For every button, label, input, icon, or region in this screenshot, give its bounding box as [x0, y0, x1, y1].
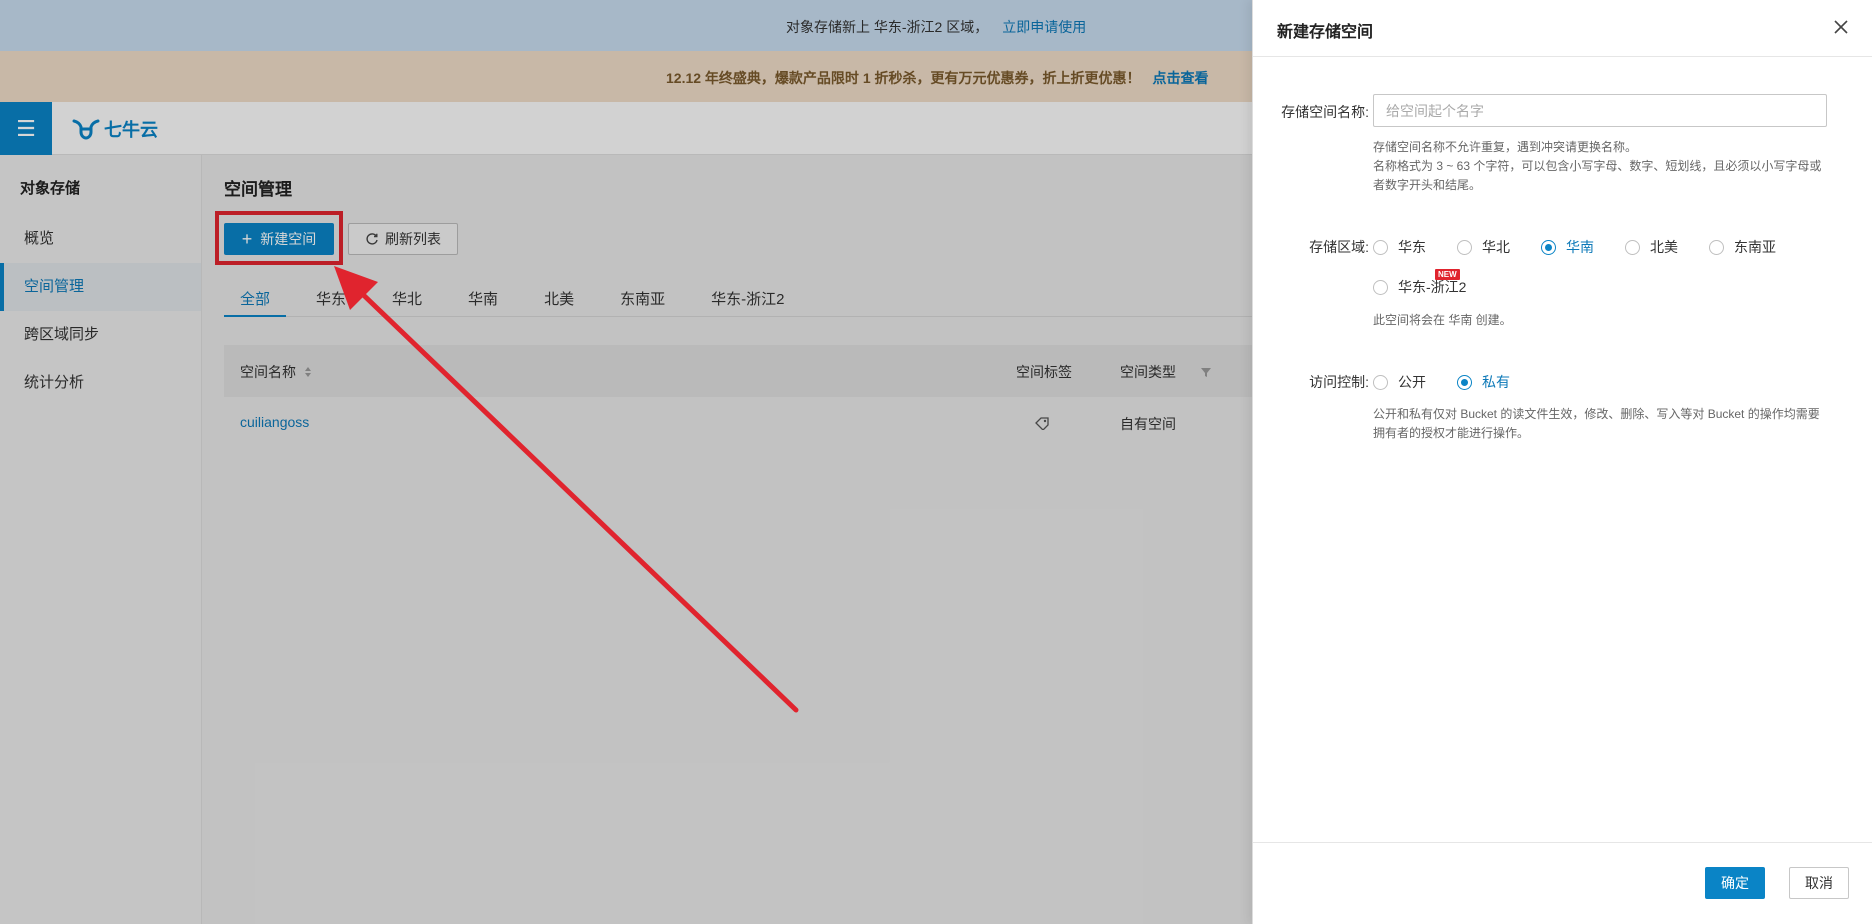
bucket-name-label: 存储空间名称:	[1281, 104, 1369, 120]
tab-north-america[interactable]: 北美	[528, 283, 590, 317]
radio-circle-checked	[1457, 374, 1472, 390]
annotation-highlight-box	[215, 211, 343, 265]
radio-circle	[1709, 239, 1724, 255]
tab-south-china[interactable]: 华南	[452, 283, 514, 317]
tab-east-china[interactable]: 华东	[300, 283, 362, 317]
access-option-label: 公开	[1398, 374, 1426, 390]
table-row: cuiliangoss 自有空间	[224, 397, 1252, 449]
access-radio-public[interactable]: 公开	[1373, 372, 1426, 392]
access-radio-private[interactable]: 私有	[1457, 372, 1510, 392]
filter-icon[interactable]	[1200, 366, 1212, 378]
drawer-title: 新建存储空间	[1277, 24, 1374, 41]
create-bucket-drawer: 新建存储空间 存储空间名称: 存储空间名称不允许重复，遇到冲突请更换名称。 名称…	[1252, 0, 1872, 924]
announcement-link[interactable]: 立即申请使用	[1002, 17, 1086, 37]
bucket-name-hint-2: 名称格式为 3 ~ 63 个字符，可以包含小写字母、数字、短划线，且必须以小写字…	[1373, 159, 1822, 192]
column-name-label: 空间名称	[240, 364, 296, 380]
region-radio-south-china[interactable]: 华南	[1541, 237, 1594, 257]
column-tags-header: 空间标签	[1016, 362, 1072, 382]
tab-east-china-zhejiang2[interactable]: 华东-浙江2	[695, 283, 800, 317]
close-icon[interactable]	[1830, 16, 1852, 38]
sidebar-item-cross-region-sync[interactable]: 跨区域同步	[0, 311, 201, 359]
sidebar-title: 对象存储	[20, 180, 81, 197]
radio-circle	[1625, 239, 1640, 255]
refresh-list-button[interactable]: 刷新列表	[348, 223, 458, 255]
region-option-label: 东南亚	[1734, 239, 1776, 255]
region-label: 存储区域:	[1309, 239, 1369, 255]
region-hint: 此空间将会在 华南 创建。	[1373, 313, 1512, 327]
bucket-name-input[interactable]	[1373, 94, 1827, 127]
region-radio-north-america[interactable]: 北美	[1625, 237, 1678, 257]
tag-icon[interactable]	[1034, 416, 1050, 430]
drawer-header: 新建存储空间	[1253, 0, 1872, 57]
tab-all[interactable]: 全部	[224, 283, 287, 317]
column-name-header[interactable]: 空间名称	[240, 362, 312, 382]
access-control-label: 访问控制:	[1309, 374, 1369, 390]
region-option-label: 华南	[1566, 239, 1594, 255]
sidebar: 对象存储 概览 空间管理 跨区域同步 统计分析	[0, 155, 202, 924]
confirm-button[interactable]: 确定	[1705, 867, 1765, 899]
region-option-label: 北美	[1650, 239, 1678, 255]
sidebar-item-statistics[interactable]: 统计分析	[0, 359, 201, 407]
radio-circle	[1457, 239, 1472, 255]
menu-icon[interactable]: ☰	[0, 102, 52, 155]
region-option-label: 华北	[1482, 239, 1510, 255]
radio-circle-checked	[1541, 239, 1556, 255]
announcement-text: 对象存储新上 华东-浙江2 区域，	[786, 19, 989, 35]
radio-circle	[1373, 239, 1388, 255]
region-radio-east-china-zhejiang2[interactable]: 华东-浙江2	[1373, 277, 1466, 297]
promo-text: 12.12 年终盛典，爆款产品限时 1 折秒杀，更有万元优惠券，折上折更优惠！	[666, 70, 1141, 86]
region-radio-southeast-asia[interactable]: 东南亚	[1709, 237, 1776, 257]
region-option-label: 华东-浙江2	[1398, 279, 1467, 295]
logo-text: 七牛云	[104, 120, 158, 140]
cancel-button[interactable]: 取消	[1789, 867, 1849, 899]
bucket-name-hint-1: 存储空间名称不允许重复，遇到冲突请更换名称。	[1373, 140, 1638, 154]
qiniu-logo-icon	[72, 119, 100, 140]
region-radio-east-china[interactable]: 华东	[1373, 237, 1426, 257]
page-title: 空间管理	[224, 180, 292, 199]
column-tags-label: 空间标签	[1016, 364, 1072, 380]
bucket-table-header: 空间名称 空间标签 空间类型	[224, 345, 1252, 397]
drawer-footer: 确定 取消	[1253, 842, 1872, 924]
radio-circle	[1373, 279, 1388, 295]
region-option-label: 华东	[1398, 239, 1426, 255]
bucket-name-link[interactable]: cuiliangoss	[240, 414, 309, 430]
tab-north-china[interactable]: 华北	[376, 283, 438, 317]
column-type-header[interactable]: 空间类型	[1120, 362, 1212, 382]
promo-link[interactable]: 点击查看	[1153, 68, 1209, 88]
access-option-label: 私有	[1482, 374, 1510, 390]
logo[interactable]: 七牛云	[72, 116, 158, 142]
sidebar-item-overview[interactable]: 概览	[0, 215, 201, 263]
refresh-icon	[366, 233, 378, 245]
region-radio-north-china[interactable]: 华北	[1457, 237, 1510, 257]
tab-southeast-asia[interactable]: 东南亚	[604, 283, 681, 317]
bucket-type: 自有空间	[1120, 416, 1176, 432]
sidebar-item-bucket-management[interactable]: 空间管理	[0, 263, 201, 311]
access-control-hint: 公开和私有仅对 Bucket 的读文件生效，修改、删除、写入等对 Bucket …	[1373, 407, 1820, 440]
radio-circle	[1373, 374, 1388, 390]
column-type-label: 空间类型	[1120, 364, 1176, 380]
region-tabs: 全部 华东 华北 华南 北美 东南亚 华东-浙江2	[224, 283, 1252, 317]
sort-icon[interactable]	[304, 366, 312, 378]
new-badge: NEW	[1435, 269, 1460, 280]
refresh-list-label: 刷新列表	[385, 231, 441, 247]
main-content: 空间管理 + 新建空间 刷新列表 全部 华东 华北 华南 北美 东南亚 华东-浙…	[202, 155, 1252, 924]
